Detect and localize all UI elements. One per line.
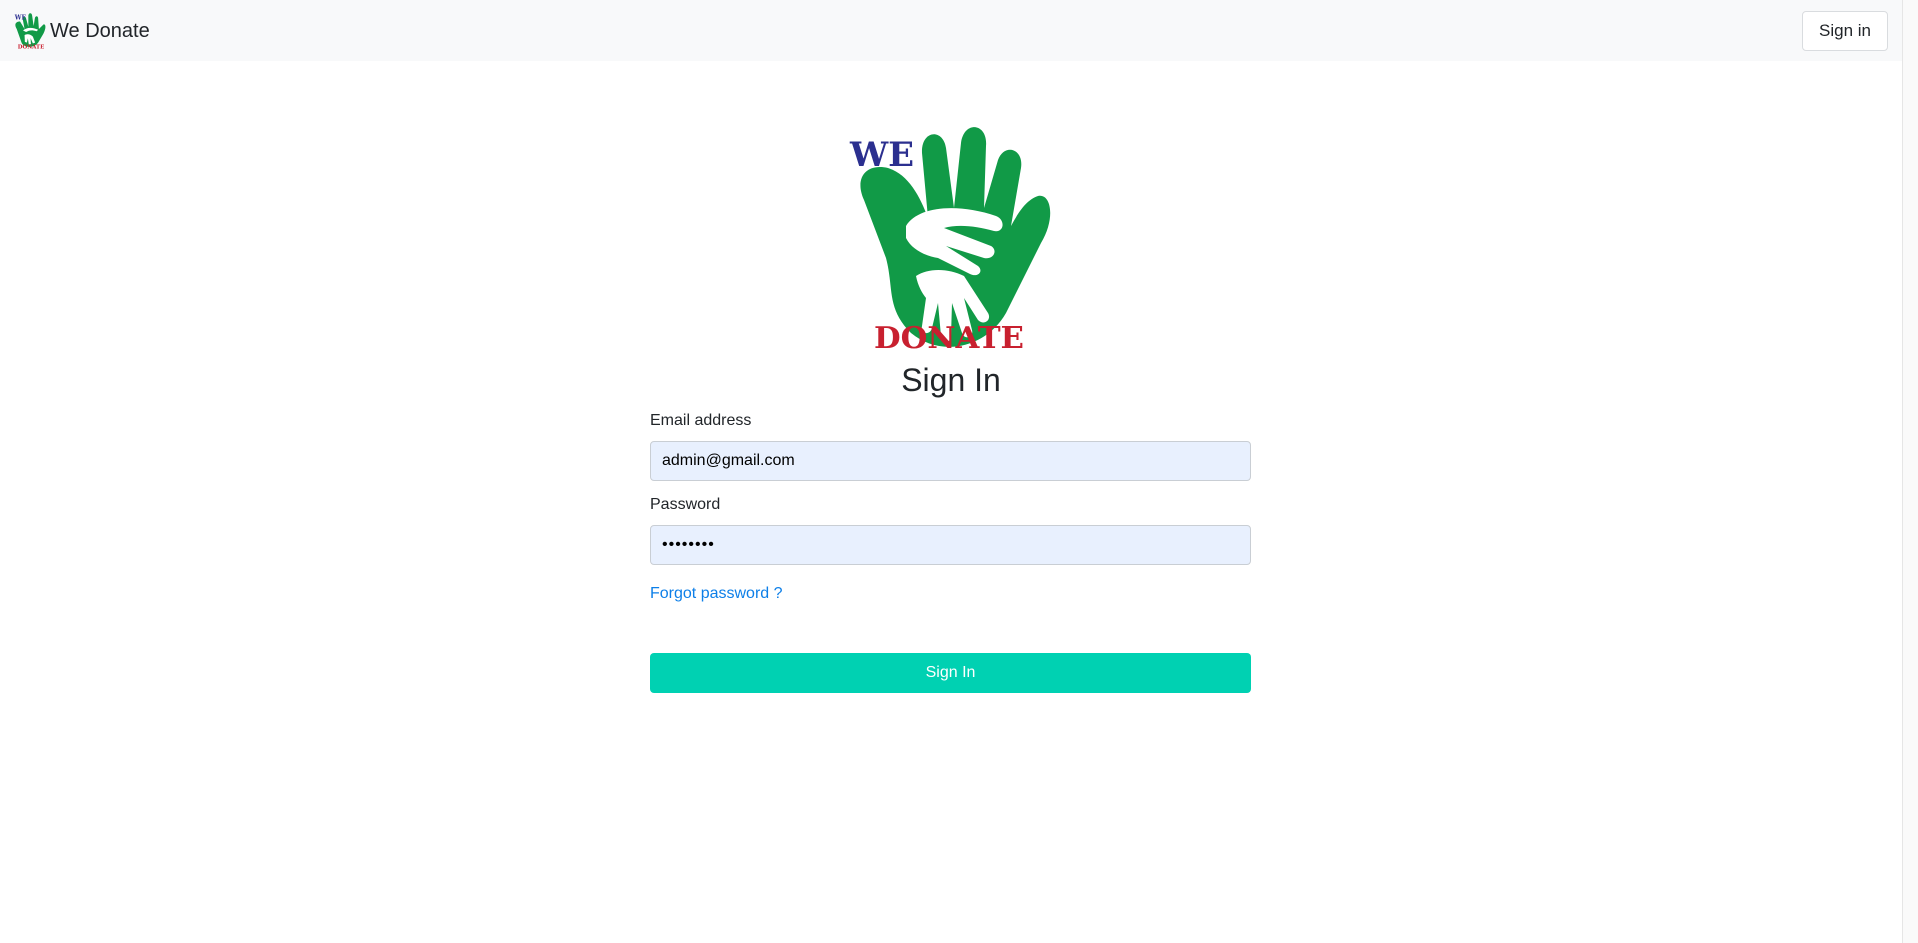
svg-text:DONATE: DONATE bbox=[18, 44, 44, 50]
scrollbar[interactable] bbox=[1902, 0, 1918, 943]
svg-text:WE: WE bbox=[14, 14, 27, 21]
brand-link[interactable]: WE DONATE We Donate bbox=[14, 12, 150, 50]
brand-name: We Donate bbox=[50, 19, 150, 42]
logo-we-text: WE bbox=[849, 135, 914, 175]
email-label: Email address bbox=[650, 412, 752, 429]
nav-signin-button[interactable]: Sign in bbox=[1802, 10, 1888, 51]
navbar: WE DONATE We Donate Sign in bbox=[0, 0, 1902, 61]
password-label: Password bbox=[650, 496, 721, 513]
hands-logo-icon: WE DONATE bbox=[14, 12, 46, 50]
signin-submit-button[interactable]: Sign In bbox=[650, 653, 1251, 693]
email-group: Email address bbox=[650, 411, 1251, 481]
we-donate-logo: WE DONATE bbox=[849, 127, 1051, 354]
password-group: Password bbox=[650, 495, 1251, 565]
logo-donate-text: DONATE bbox=[874, 321, 1024, 354]
email-field[interactable] bbox=[650, 441, 1251, 481]
main-content: WE DONATE Sign In Email address Password… bbox=[0, 61, 1902, 943]
page-title: Sign In bbox=[901, 362, 1001, 398]
forgot-password-link[interactable]: Forgot password ? bbox=[650, 584, 783, 604]
password-field[interactable] bbox=[650, 525, 1251, 565]
page: WE DONATE We Donate Sign in WE DONATE Si… bbox=[0, 0, 1918, 943]
